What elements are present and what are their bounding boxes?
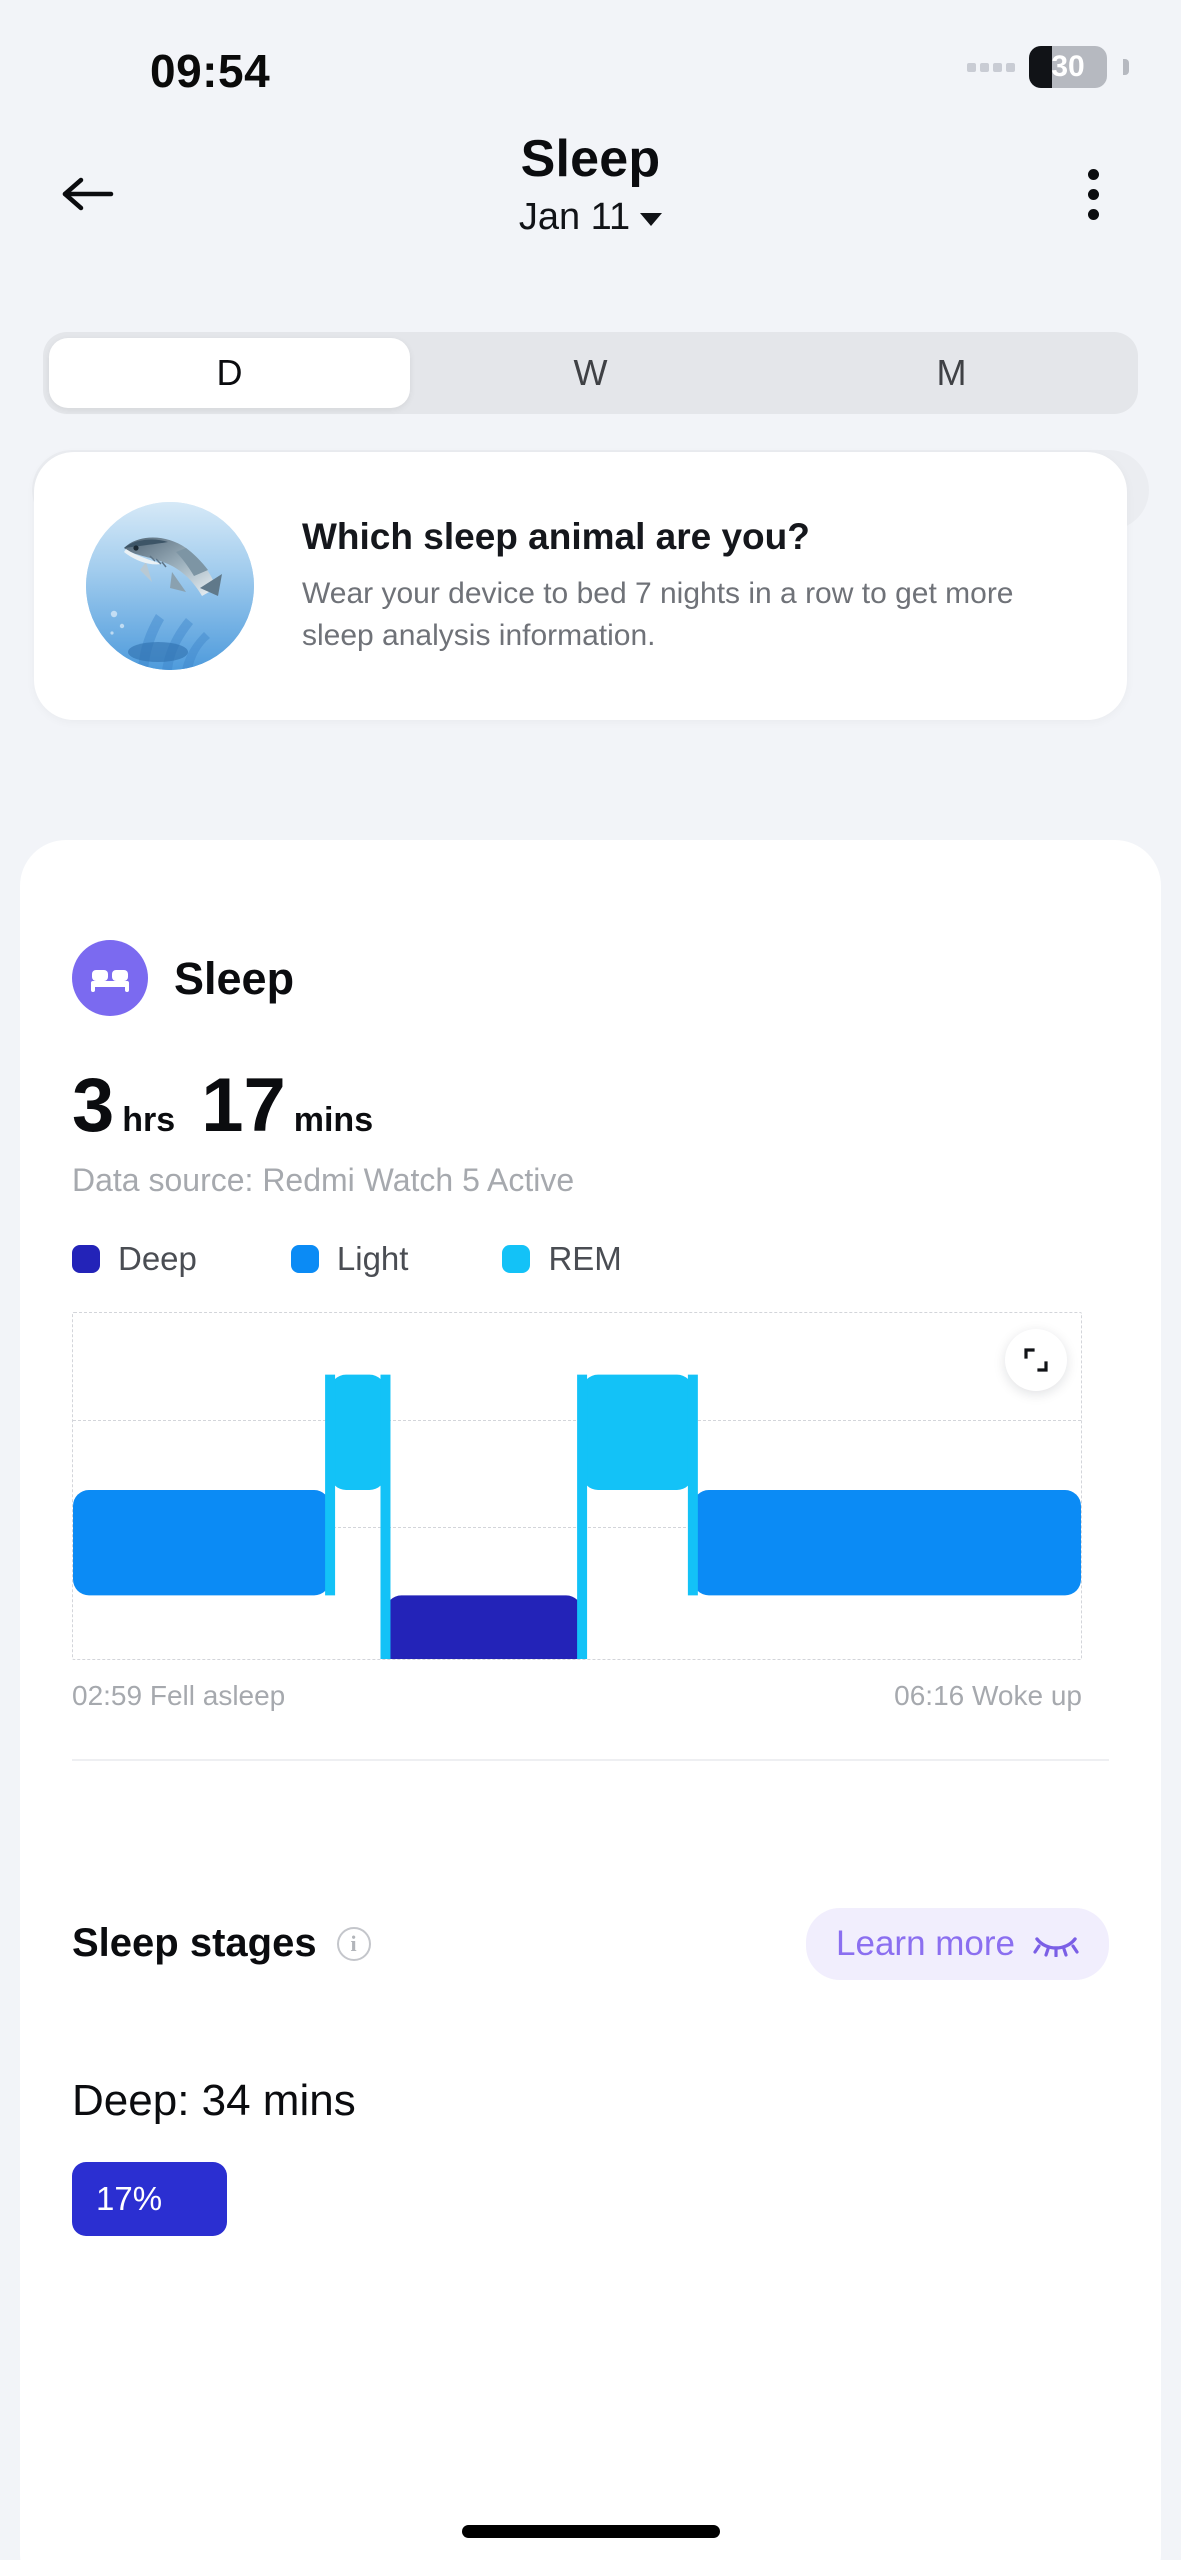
expand-icon bbox=[1024, 1347, 1048, 1372]
hypnogram-svg bbox=[73, 1374, 1081, 1659]
app-bar: Sleep Jan 11 bbox=[0, 110, 1181, 295]
duration-minutes-unit: mins bbox=[293, 1101, 374, 1139]
more-vertical-icon-dot bbox=[1087, 168, 1099, 180]
chart-time-labels: 02:59 Fell asleep 06:16 Woke up bbox=[72, 1680, 1082, 1712]
duration-hours-value: 3 bbox=[72, 1063, 115, 1148]
sleep-duration: 3 hrs 17 mins bbox=[72, 1068, 1109, 1144]
legend-swatch-rem bbox=[502, 1244, 531, 1273]
battery-level-label: 30 bbox=[1051, 50, 1085, 83]
legend-label-deep: Deep bbox=[118, 1239, 197, 1277]
tab-day[interactable]: D bbox=[49, 338, 410, 408]
more-vertical-icon-dot bbox=[1087, 208, 1099, 220]
tab-month[interactable]: M bbox=[771, 338, 1132, 408]
status-clock: 09:54 bbox=[150, 45, 271, 97]
overflow-menu-button[interactable] bbox=[1057, 156, 1129, 232]
title-block: Sleep Jan 11 bbox=[0, 130, 1181, 239]
woke-up-label: 06:16 Woke up bbox=[894, 1679, 1082, 1711]
sleep-stages-title: Sleep stages bbox=[72, 1921, 317, 1966]
legend-item-rem: REM bbox=[502, 1239, 622, 1278]
battery-nub-icon bbox=[1123, 59, 1129, 75]
sleep-animal-card[interactable]: Which sleep animal are you? Wear your de… bbox=[34, 452, 1127, 720]
more-vertical-icon-dot bbox=[1087, 188, 1099, 200]
app-screen: 09:54 30 Sleep Jan 11 D W M Which sleep … bbox=[0, 0, 1181, 2560]
learn-more-label: Learn more bbox=[836, 1923, 1015, 1963]
sleep-detail-card: Sleep 3 hrs 17 mins Data source: Redmi W… bbox=[20, 840, 1161, 2560]
bed-glyph-icon bbox=[91, 970, 129, 992]
deep-percent-chip: 17% bbox=[72, 2161, 227, 2236]
period-segmented-control[interactable]: D W M bbox=[43, 332, 1138, 414]
date-label: Jan 11 bbox=[518, 195, 631, 238]
learn-more-button[interactable]: Learn more bbox=[806, 1907, 1109, 1980]
data-source-label: Data source: Redmi Watch 5 Active bbox=[72, 1162, 575, 1198]
duration-hours-unit: hrs bbox=[122, 1101, 176, 1139]
status-bar: 09:54 30 bbox=[0, 0, 1181, 110]
legend-swatch-deep bbox=[72, 1244, 100, 1273]
legend-label-rem: REM bbox=[548, 1239, 622, 1277]
animal-card-title: Which sleep animal are you? bbox=[302, 516, 810, 558]
page-title: Sleep bbox=[520, 130, 661, 188]
fell-asleep-label: 02:59 Fell asleep bbox=[72, 1679, 286, 1711]
animal-card-text: Which sleep animal are you? Wear your de… bbox=[302, 514, 1075, 657]
sleep-card-title: Sleep bbox=[174, 952, 295, 1004]
closed-eye-icon bbox=[1033, 1936, 1079, 1957]
deep-percent-label: 17% bbox=[96, 2179, 163, 2217]
sleep-card-header: Sleep bbox=[72, 840, 1109, 1016]
caret-down-icon bbox=[640, 212, 663, 226]
legend-label-light: Light bbox=[336, 1239, 409, 1277]
date-selector[interactable]: Jan 11 bbox=[518, 195, 663, 239]
shark-illustration-icon bbox=[86, 502, 254, 670]
section-divider bbox=[72, 1758, 1109, 1761]
animal-card-description: Wear your device to bed 7 nights in a ro… bbox=[302, 576, 1014, 653]
tab-week[interactable]: W bbox=[410, 338, 771, 408]
sleep-stages-title-group: Sleep stages i bbox=[72, 1921, 371, 1966]
chart-legend: Deep Light REM bbox=[72, 1240, 1109, 1278]
bed-icon bbox=[72, 940, 148, 1016]
sleep-stages-header: Sleep stages i Learn more bbox=[72, 1907, 1109, 1980]
duration-minutes-value: 17 bbox=[201, 1063, 286, 1148]
expand-chart-button[interactable] bbox=[1005, 1328, 1067, 1391]
shark-icon bbox=[86, 502, 254, 670]
legend-item-deep: Deep bbox=[72, 1240, 197, 1278]
battery-icon: 30 bbox=[1029, 46, 1107, 88]
home-indicator[interactable] bbox=[461, 2525, 720, 2538]
signal-strength-icon bbox=[967, 62, 1015, 72]
legend-swatch-light bbox=[290, 1244, 319, 1273]
info-icon[interactable]: i bbox=[336, 1926, 371, 1961]
legend-item-light: Light bbox=[290, 1239, 409, 1278]
sleep-hypnogram-chart[interactable] bbox=[72, 1311, 1082, 1660]
status-indicators: 30 bbox=[967, 46, 1129, 88]
deep-stage-title: Deep: 34 mins bbox=[72, 2075, 356, 2125]
